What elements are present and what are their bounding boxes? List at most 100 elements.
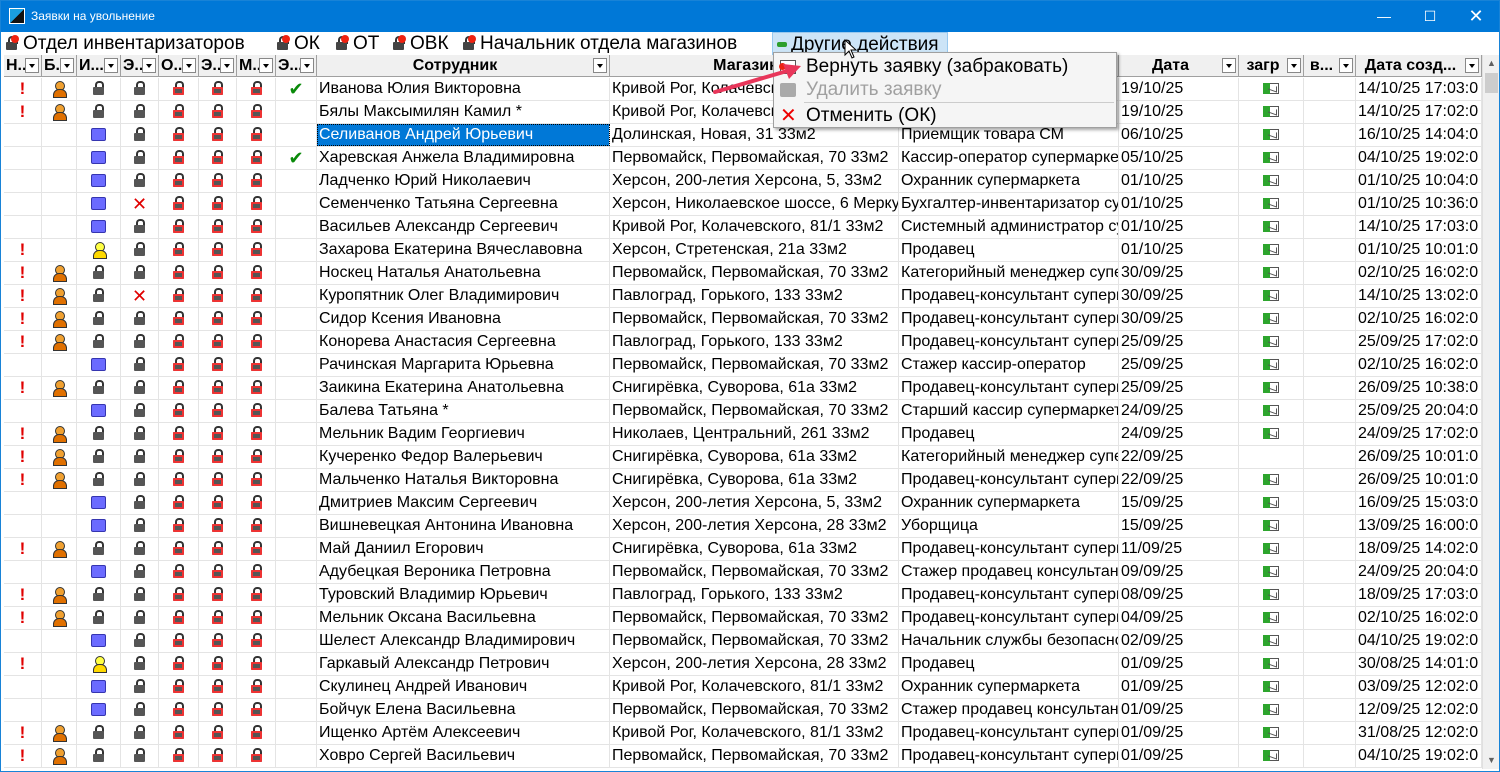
filter-dropdown-icon[interactable] [593,58,607,73]
filter-dropdown-icon[interactable] [1339,58,1353,73]
status-cell [237,193,276,215]
filter-dropdown-icon[interactable] [259,58,273,73]
table-row[interactable]: ! Май Даниил Егорович Снигирёвка, Суворова… [4,538,1482,561]
table-row[interactable]: Ладченко Юрий Николаевич Херсон, 200-лети… [4,170,1482,193]
column-header-6[interactable]: М... [237,55,276,77]
column-header-8[interactable]: Сотрудник [317,55,610,77]
table-row[interactable]: ! ✕ Куропятник Олег Владимирович Павлоград,… [4,285,1482,308]
menu-item-cancel[interactable]: ✕ Отменить (ОК) [774,104,1116,128]
position-cell: Кассир-оператор супермаркета [899,147,1119,169]
status-cell [276,423,317,445]
status-cell [237,446,276,468]
menu-item-return[interactable]: Вернуть заявку (забраковать) [774,55,1116,79]
filter-dropdown-icon[interactable] [1465,58,1479,73]
filter-dropdown-icon[interactable] [220,58,234,73]
column-header-3[interactable]: Э... [121,55,159,77]
lock-red-icon [172,541,185,556]
cross-icon: ✕ [131,194,148,214]
maximize-button[interactable]: ☐ [1407,1,1453,32]
lock-red-icon [250,610,263,625]
lock-red-icon [250,472,263,487]
table-row[interactable]: Селиванов Андрей Юрьевич Долинская, Новая… [4,124,1482,147]
scroll-up-arrow-icon[interactable]: ▲ [1483,55,1499,72]
table-row[interactable]: ! Ищенко Артём Алексеевич Кривой Рог, Кола… [4,722,1482,745]
table-row[interactable]: ✔ Харевская Анжела Владимировна Первомайск… [4,147,1482,170]
toolbar-button-ot[interactable]: ОТ [333,32,379,55]
filter-dropdown-icon[interactable] [104,58,118,73]
toolbar-button-ovk[interactable]: ОВК [390,32,449,55]
close-button[interactable]: ✕ [1453,1,1499,32]
exclamation-icon: ! [19,447,26,466]
filter-dropdown-icon[interactable] [60,58,74,73]
table-row[interactable]: ! Кучеренко Федор Валерьевич Снигирёвка, С… [4,446,1482,469]
status-cell [4,630,42,652]
table-row[interactable]: ! Конорева Анастасия Сергеевна Павлоград, … [4,331,1482,354]
lock-red-icon [211,656,224,671]
table-row[interactable]: ! Ховро Сергей Васильевич Первомайск, Перв… [4,745,1482,768]
table-row[interactable]: ! Бялы Максымилян Камил * Кривой Рог, Кола… [4,101,1482,124]
table-row[interactable]: ! Сидор Ксения Ивановна Первомайск, Первом… [4,308,1482,331]
filter-dropdown-icon[interactable] [1287,58,1301,73]
column-header-12[interactable]: загр [1239,55,1304,77]
table-row[interactable]: Балева Татьяна * Первомайск, Первомайская… [4,400,1482,423]
column-header-1[interactable]: Б... [42,55,77,77]
table-row[interactable]: ✕ Семенченко Татьяна Сергеевна Херсон, Ник… [4,193,1482,216]
column-header-7[interactable]: Э... [276,55,317,77]
filter-dropdown-icon[interactable] [300,58,314,73]
column-header-11[interactable]: Дата [1119,55,1239,77]
table-row[interactable]: ! Носкец Наталья Анатольевна Первомайск, П… [4,262,1482,285]
vertical-scrollbar[interactable]: ▲ ▼ [1482,55,1499,769]
scroll-thumb[interactable] [1485,73,1498,93]
table-row[interactable]: ! Туровский Владимир Юрьевич Павлоград, Го… [4,584,1482,607]
table-row[interactable]: Вишневецкая Антонина Ивановна Херсон, 200… [4,515,1482,538]
table-row[interactable]: Скулинец Андрей Иванович Кривой Рог, Кола… [4,676,1482,699]
column-header-0[interactable]: Н... [4,55,42,77]
filter-dropdown-icon[interactable] [182,58,196,73]
lock-red-icon [211,564,224,579]
column-header-2[interactable]: И... [77,55,121,77]
status-cell [77,469,121,491]
scroll-down-arrow-icon[interactable]: ▼ [1483,752,1499,769]
table-row[interactable]: Васильев Александр Сергеевич Кривой Рог, … [4,216,1482,239]
employee-cell: Май Даниил Егорович [317,538,610,560]
status-cell [4,492,42,514]
empty-cell [1304,469,1356,491]
table-row[interactable]: ! Мельник Оксана Васильевна Первомайск, Пе… [4,607,1482,630]
toolbar-button-store-head[interactable]: Начальник отдела магазинов [460,32,737,55]
status-cell [199,469,237,491]
position-cell: Начальник службы безопасности [899,630,1119,652]
column-header-4[interactable]: О... [159,55,199,77]
toolbar-button-ok[interactable]: ОК [274,32,320,55]
table-row[interactable]: Дмитриев Максим Сергеевич Херсон, 200-лет… [4,492,1482,515]
status-cell [159,745,199,767]
table-row[interactable]: ! Захарова Екатерина Вячеславовна Херсон, … [4,239,1482,262]
upload-cell [1239,722,1304,744]
column-header-5[interactable]: Э... [199,55,237,77]
table-row[interactable]: ! Мельник Вадим Георгиевич Николаев, Центр… [4,423,1482,446]
created-cell: 24/09/25 17:02:0 [1356,423,1482,445]
table-row[interactable]: Адубецкая Вероника Петровна Первомайск, П… [4,561,1482,584]
filter-dropdown-icon[interactable] [25,58,39,73]
status-cell [276,653,317,675]
status-cell [77,745,121,767]
table-row[interactable]: ! Заикина Екатерина Анатольевна Снигирёвка… [4,377,1482,400]
column-header-14[interactable]: Дата созд... [1356,55,1482,77]
person-icon [52,104,67,122]
filter-dropdown-icon[interactable] [1222,58,1236,73]
toolbar-button-inventory[interactable]: Отдел инвентаризаторов [3,32,245,55]
filter-dropdown-icon[interactable] [142,58,156,73]
table-row[interactable]: Шелест Александр Владимирович Первомайск,… [4,630,1482,653]
shop-cell: Херсон, 200-летия Херсона, 5, 33м2 [610,170,899,192]
table-row[interactable]: ! Мальченко Наталья Викторовна Снигирёвка,… [4,469,1482,492]
upload-cell [1239,561,1304,583]
empty-cell [1304,239,1356,261]
table-row[interactable]: Бойчук Елена Васильевна Первомайск, Перво… [4,699,1482,722]
column-header-13[interactable]: в... [1304,55,1356,77]
title-bar[interactable]: Заявки на увольнение — ☐ ✕ [1,1,1499,32]
table-row[interactable]: Рачинская Маргарита Юрьевна Первомайск, П… [4,354,1482,377]
minimize-button[interactable]: — [1361,1,1407,32]
table-row[interactable]: ! Гаркавый Александр Петрович Херсон, 200-… [4,653,1482,676]
lock-red-icon [250,81,263,96]
employee-cell: Вишневецкая Антонина Ивановна [317,515,610,537]
status-cell [159,492,199,514]
